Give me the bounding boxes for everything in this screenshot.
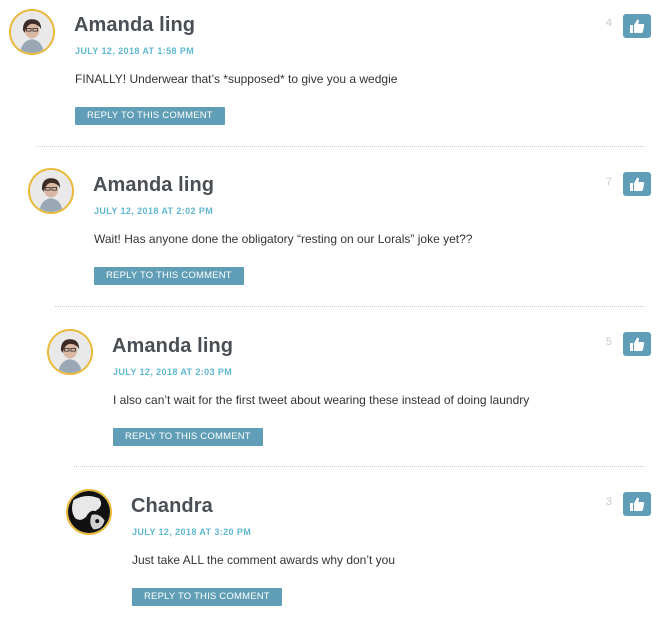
chandra-avatar: [68, 491, 110, 533]
comment-author: Chandra: [131, 495, 213, 517]
comment-date[interactable]: JULY 12, 2018 AT 3:20 PM: [132, 527, 251, 537]
comment-text: Just take ALL the comment awards why don…: [132, 553, 396, 567]
comment: Chandra JULY 12, 2018 AT 3:20 PM Just ta…: [0, 0, 662, 619]
thumbs-up-icon: [630, 497, 645, 511]
vote-count: 3: [605, 496, 612, 508]
user-avatar[interactable]: [66, 489, 112, 535]
reply-button[interactable]: REPLY TO THIS COMMENT: [132, 588, 282, 606]
like-button[interactable]: [623, 492, 651, 516]
